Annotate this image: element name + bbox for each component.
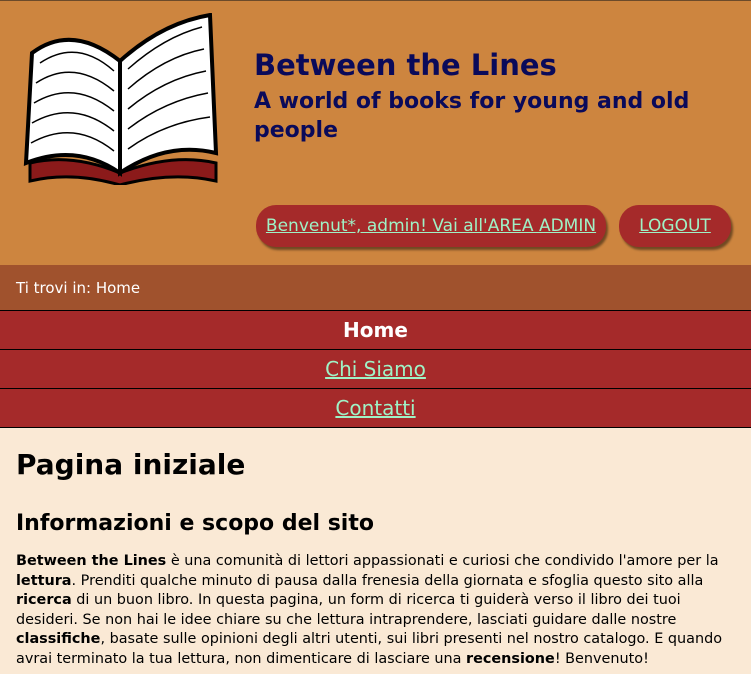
intro-bold-site-name: Between the Lines: [16, 553, 167, 569]
intro-text-5: ! Benvenuto!: [554, 650, 649, 667]
nav-link-chi-siamo[interactable]: Chi Siamo: [325, 357, 426, 381]
intro-bold-classifiche: classifiche: [16, 631, 101, 647]
open-book-logo: [23, 13, 219, 185]
site-subtitle: A world of books for young and old peopl…: [254, 89, 690, 143]
intro-text-3: di un buon libro. In questa pagina, un f…: [16, 592, 681, 628]
intro-text-2: . Prenditi qualche minuto di pausa dalla…: [71, 572, 704, 589]
admin-area-button[interactable]: Benvenut*, admin! Vai all'AREA ADMIN: [256, 205, 606, 247]
logout-button[interactable]: LOGOUT: [619, 205, 731, 247]
main-content: Pagina iniziale Informazioni e scopo del…: [0, 428, 751, 669]
intro-bold-lettura: lettura: [16, 572, 72, 589]
intro-text-1: è una comunità di lettori appassionati e…: [166, 553, 719, 569]
nav-link-contatti[interactable]: Contatti: [335, 396, 415, 420]
nav-item-contatti[interactable]: Contatti: [0, 389, 751, 428]
intro-bold-ricerca: ricerca: [16, 592, 72, 608]
nav-item-home-label: Home: [343, 318, 408, 342]
section-title: Informazioni e scopo del sito: [16, 511, 374, 536]
site-title: Between the Lines: [254, 48, 557, 82]
nav-item-chi-siamo[interactable]: Chi Siamo: [0, 350, 751, 389]
nav-item-home: Home: [0, 310, 751, 350]
intro-bold-recensione: recensione: [466, 650, 555, 667]
breadcrumb: Ti trovi in: Home: [0, 265, 751, 310]
main-nav: Home Chi Siamo Contatti: [0, 310, 751, 428]
page-title: Pagina iniziale: [16, 448, 246, 481]
site-header: Between the Lines A world of books for y…: [0, 0, 751, 265]
intro-paragraph: Between the Lines è una comunità di lett…: [16, 552, 735, 669]
